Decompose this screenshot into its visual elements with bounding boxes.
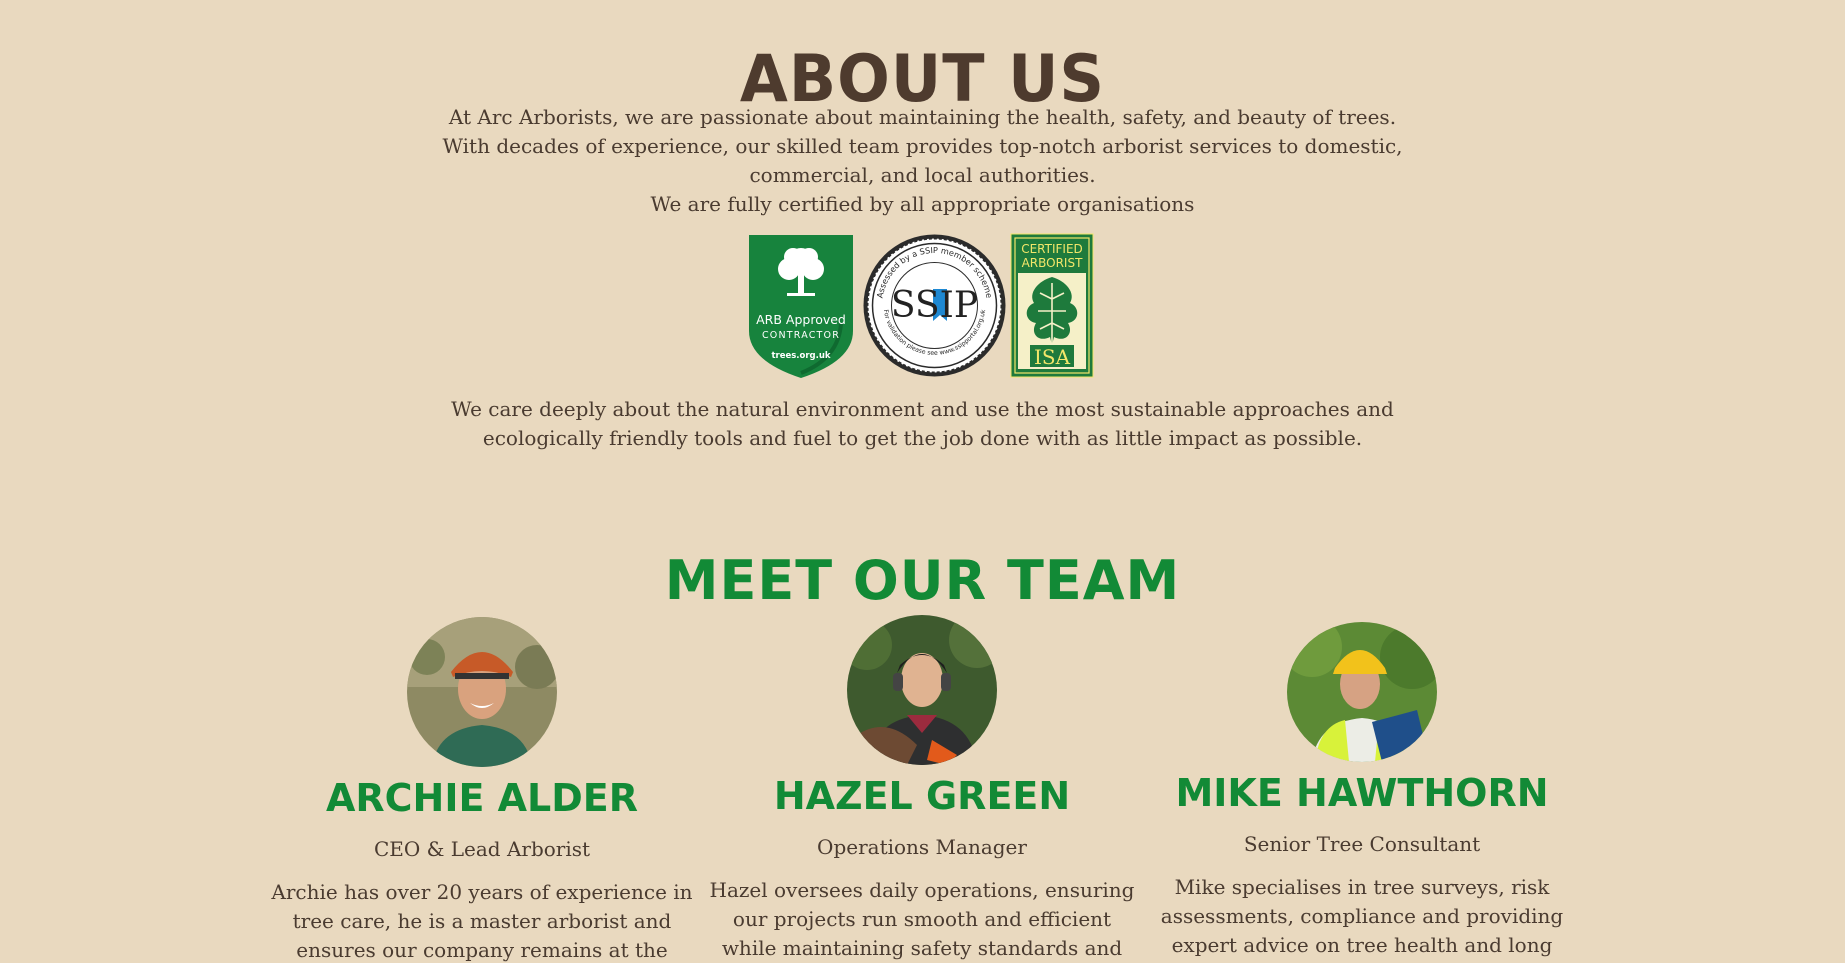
about-intro: At Arc Arborists, we are passionate abou… [430,103,1415,219]
arb-line2: CONTRACTOR [762,330,840,341]
member-role: CEO & Lead Arborist [373,837,591,861]
member-bio: Hazel oversees daily operations, ensurin… [709,878,1135,960]
team-member-mike: MIKE HAWTHORN Senior Tree Consultant Mik… [1147,622,1577,963]
avatar-mike [1287,622,1437,762]
isa-certified-arborist-badge: CERTIFIED ARBORIST ISA [1010,233,1094,378]
member-bio: Archie has over 20 years of experience i… [271,880,693,962]
arb-site: trees.org.uk [771,351,830,361]
about-intro-text: At Arc Arborists, we are passionate abou… [442,105,1403,187]
arb-approved-badge: ARB Approved CONTRACTOR trees.org.uk [747,233,855,378]
member-name: MIKE HAWTHORN [1175,771,1549,815]
ssip-badge: Assessed by a SSIP member scheme For val… [862,233,1007,378]
avatar-archie [407,617,557,767]
environment-text: We care deeply about the natural environ… [451,397,1394,450]
ssip-text: SSIP [891,285,978,326]
isa-mark: ISA [1034,345,1071,369]
member-role: Operations Manager [817,835,1027,859]
ssip-seal-icon: Assessed by a SSIP member scheme For val… [863,234,1006,377]
isa-line1: CERTIFIED [1021,242,1083,256]
certification-text: We are fully certified by all appropriat… [650,192,1195,216]
team-member-archie: ARCHIE ALDER CEO & Lead Arborist Archie … [267,617,697,963]
member-bio: Mike specialises in tree surveys, risk a… [1160,875,1564,963]
isa-line2: ARBORIST [1022,256,1084,270]
member-name: HAZEL GREEN [773,774,1071,818]
certification-badges: ARB Approved CONTRACTOR trees.org.uk Ass… [747,233,1097,378]
meet-our-team-heading: MEET OUR TEAM [664,548,1181,612]
member-role: Senior Tree Consultant [1243,832,1481,856]
team-member-hazel: HAZEL GREEN Operations Manager Hazel ove… [707,615,1137,963]
avatar-hazel [847,615,997,765]
arb-line1: ARB Approved [756,312,846,327]
member-name: ARCHIE ALDER [325,776,639,820]
